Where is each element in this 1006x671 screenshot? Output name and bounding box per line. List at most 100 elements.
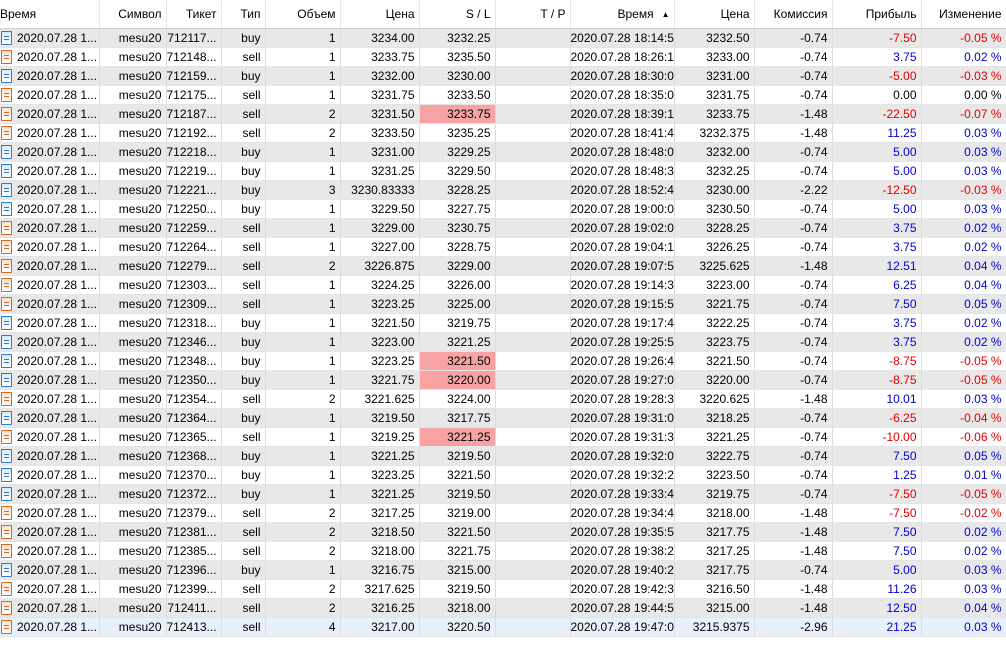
table-row[interactable]: 2020.07.28 1... mesu20 712385... sell 2 3218.… [0,541,1006,561]
table-row[interactable]: 2020.07.28 1... mesu20 712175... sell 1 3231.… [0,85,1006,105]
table-row[interactable]: 2020.07.28 1... mesu20 712364... buy 1 3219.5… [0,408,1006,428]
cell-change: 0.03 % [921,560,1006,580]
table-row[interactable]: 2020.07.28 1... mesu20 712318... buy 1 3221.5… [0,313,1006,333]
cell-commission: -0.74 [754,85,833,105]
cell-ticket: 712368... [166,446,222,466]
cell-commission: -1.48 [754,104,833,124]
table-row[interactable]: 2020.07.28 1... mesu20 712365... sell 1 3219.… [0,427,1006,447]
table-row[interactable]: 2020.07.28 1... mesu20 712219... buy 1 3231.2… [0,161,1006,181]
col-header-sl[interactable]: S / L [419,0,496,29]
table-row[interactable]: 2020.07.28 1... mesu20 712346... buy 1 3223.0… [0,332,1006,352]
table-row[interactable]: 2020.07.28 1... mesu20 712187... sell 2 3231.… [0,104,1006,124]
col-header-close-price[interactable]: Цена [674,0,755,29]
cell-close-price: 3221.50 [674,351,755,371]
table-row[interactable]: 2020.07.28 1... mesu20 712354... sell 2 3221.… [0,389,1006,409]
col-header-profit[interactable]: Прибыль [832,0,922,29]
cell-change: 0.00 % [921,85,1006,105]
table-row[interactable]: 2020.07.28 1... mesu20 712372... buy 1 3221.2… [0,484,1006,504]
table-row[interactable]: 2020.07.28 1... mesu20 712381... sell 2 3218.… [0,522,1006,542]
cell-change: -0.07 % [921,104,1006,124]
table-row[interactable]: 2020.07.28 1... mesu20 712379... sell 2 3217.… [0,503,1006,523]
table-row[interactable]: 2020.07.28 1... mesu20 712264... sell 1 3227.… [0,237,1006,257]
table-row[interactable]: 2020.07.28 1... mesu20 712303... sell 1 3224.… [0,275,1006,295]
col-header-price[interactable]: Цена [340,0,420,29]
table-row[interactable]: 2020.07.28 1... mesu20 712259... sell 1 3229.… [0,218,1006,238]
cell-sl: 3226.00 [419,275,496,295]
table-row[interactable]: 2020.07.28 1... mesu20 712370... buy 1 3223.2… [0,465,1006,485]
cell-sl: 3217.75 [419,408,496,428]
open-time-text: 2020.07.28 1... [17,144,98,159]
col-header-ticket[interactable]: Тикет [166,0,222,29]
cell-type: sell [221,541,266,561]
col-header-type[interactable]: Тип [221,0,266,29]
cell-open-time: 2020.07.28 1... [0,522,100,542]
table-row[interactable]: 2020.07.28 1... mesu20 712279... sell 2 3226.… [0,256,1006,276]
table-row[interactable]: 2020.07.28 1... mesu20 712117... buy 1 3234.0… [0,28,1006,48]
col-header-time[interactable]: Время [0,0,100,29]
cell-tp [495,484,571,504]
cell-symbol: mesu20 [99,47,167,67]
table-row[interactable]: 2020.07.28 1... mesu20 712350... buy 1 3221.7… [0,370,1006,390]
table-row[interactable]: 2020.07.28 1... mesu20 712309... sell 1 3223.… [0,294,1006,314]
table-row[interactable]: 2020.07.28 1... mesu20 712399... sell 2 3217.… [0,579,1006,599]
cell-profit: 0.00 [832,85,922,105]
table-row[interactable]: 2020.07.28 1... mesu20 712250... buy 1 3229.5… [0,199,1006,219]
table-row[interactable]: 2020.07.28 1... mesu20 712368... buy 1 3221.2… [0,446,1006,466]
cell-sl: 3221.50 [419,351,496,371]
table-row[interactable]: 2020.07.28 1... mesu20 712192... sell 2 3233.… [0,123,1006,143]
col-header-tp[interactable]: T / P [495,0,571,29]
table-row[interactable]: 2020.07.28 1... mesu20 712159... buy 1 3232.0… [0,66,1006,86]
col-header-commission[interactable]: Комиссия [754,0,833,29]
cell-sl: 3215.00 [419,560,496,580]
cell-close-price: 3223.50 [674,465,755,485]
cell-commission: -1.48 [754,123,833,143]
table-row[interactable]: 2020.07.28 1... mesu20 712148... sell 1 3233.… [0,47,1006,67]
col-header-close-time[interactable]: Время ▲ [570,0,675,29]
cell-close-time: 2020.07.28 19:27:08 [570,370,675,390]
cell-volume: 1 [265,218,341,238]
col-header-volume[interactable]: Объем [265,0,341,29]
cell-ticket: 712399... [166,579,222,599]
table-row[interactable]: 2020.07.28 1... mesu20 712218... buy 1 3231.0… [0,142,1006,162]
table-row[interactable]: 2020.07.28 1... mesu20 712348... buy 1 3223.2… [0,351,1006,371]
col-header-close-time-label: Время [617,6,654,21]
cell-commission: -0.74 [754,484,833,504]
col-header-symbol[interactable]: Символ [99,0,167,29]
cell-symbol: mesu20 [99,85,167,105]
cell-volume: 4 [265,617,341,637]
cell-sl: 3220.00 [419,370,496,390]
cell-close-price: 3228.25 [674,218,755,238]
table-row[interactable]: 2020.07.28 1... mesu20 712396... buy 1 3216.7… [0,560,1006,580]
cell-volume: 1 [265,560,341,580]
cell-price: 3218.00 [340,541,420,561]
buy-order-icon [1,448,12,463]
sell-order-icon [1,296,12,311]
cell-change: -0.05 % [921,28,1006,48]
cell-price: 3233.50 [340,123,420,143]
cell-volume: 1 [265,313,341,333]
table-row[interactable]: 2020.07.28 1... mesu20 712411... sell 2 3216.… [0,598,1006,618]
cell-commission: -2.96 [754,617,833,637]
col-header-change[interactable]: Изменение [921,0,1006,29]
cell-price: 3223.25 [340,351,420,371]
cell-ticket: 712364... [166,408,222,428]
cell-price: 3221.50 [340,313,420,333]
cell-ticket: 712346... [166,332,222,352]
cell-change: -0.03 % [921,66,1006,86]
table-row[interactable]: 2020.07.28 1... mesu20 712221... buy 3 3230.8… [0,180,1006,200]
cell-close-time: 2020.07.28 18:48:00 [570,142,675,162]
cell-tp [495,427,571,447]
cell-type: sell [221,218,266,238]
cell-change: 0.03 % [921,617,1006,637]
cell-profit: 5.00 [832,142,922,162]
cell-tp [495,66,571,86]
cell-open-time: 2020.07.28 1... [0,389,100,409]
cell-ticket: 712372... [166,484,222,504]
cell-open-time: 2020.07.28 1... [0,218,100,238]
cell-close-time: 2020.07.28 18:26:17 [570,47,675,67]
table-row[interactable]: 2020.07.28 1... mesu20 712413... sell 4 3217.… [0,617,1006,637]
cell-close-time: 2020.07.28 19:33:45 [570,484,675,504]
cell-type: sell [221,275,266,295]
cell-price: 3224.25 [340,275,420,295]
cell-close-price: 3232.25 [674,161,755,181]
